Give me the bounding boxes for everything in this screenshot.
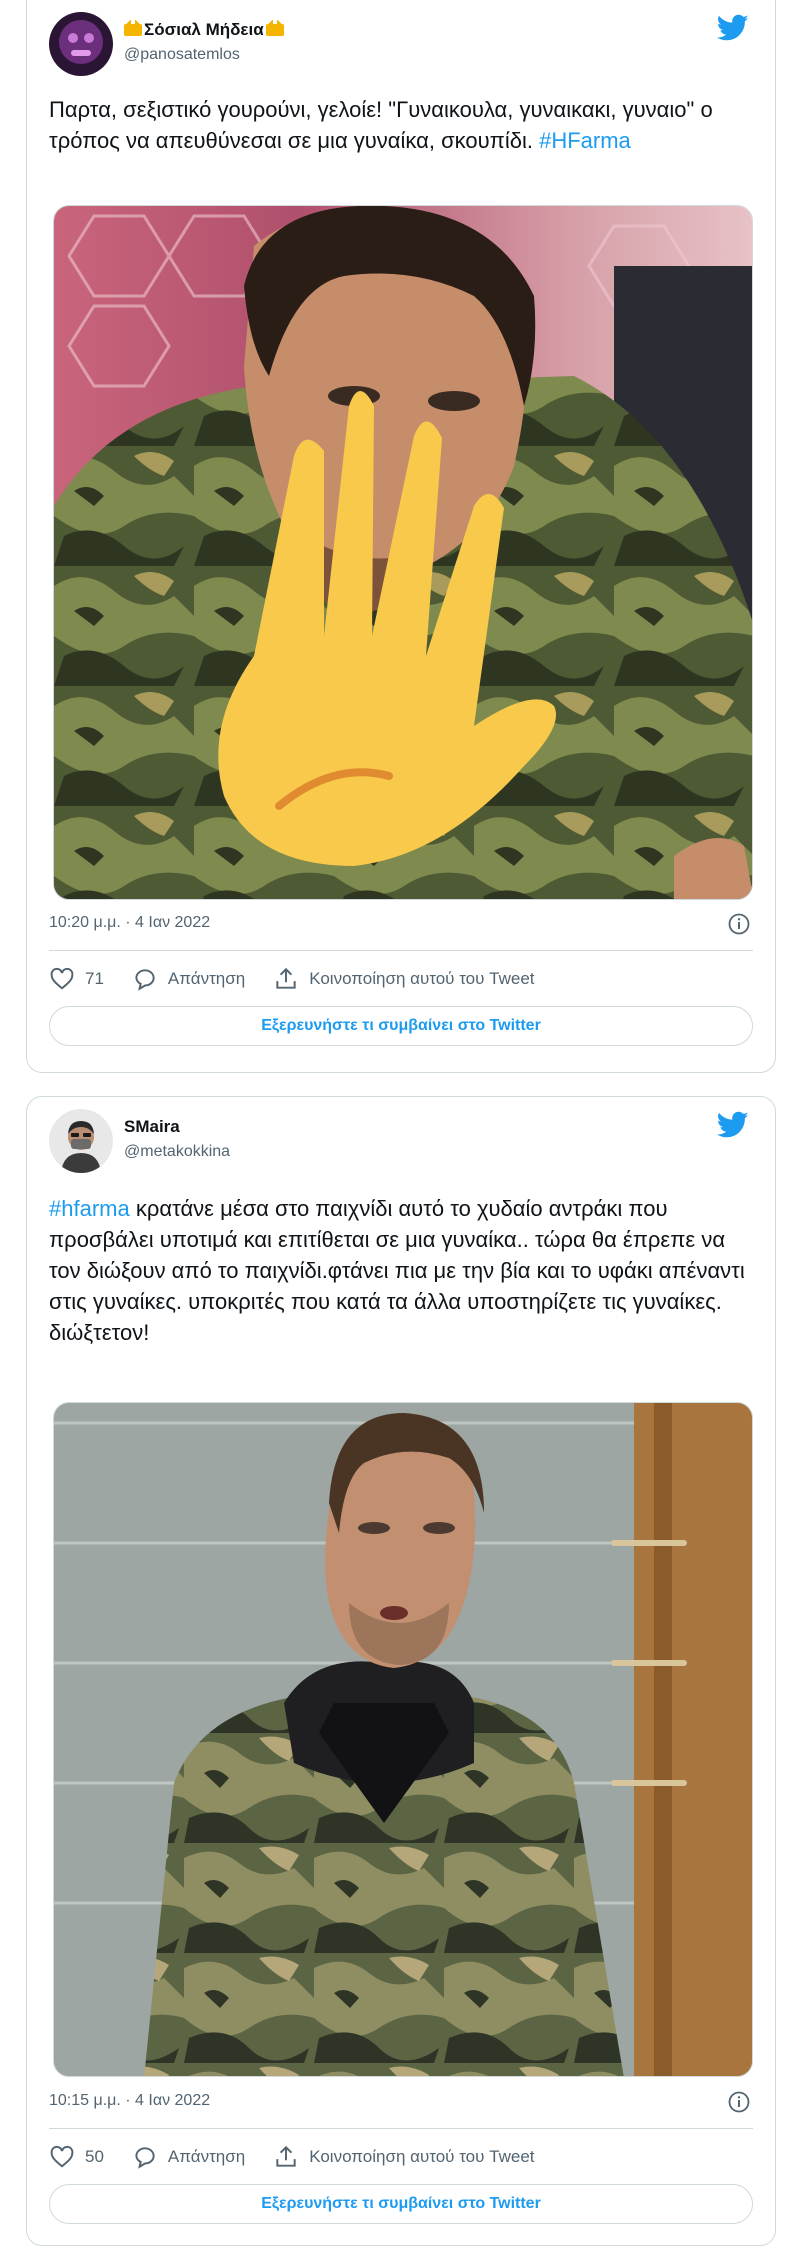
heart-icon xyxy=(50,2145,74,2168)
share-icon xyxy=(276,2145,296,2167)
avatar[interactable] xyxy=(49,12,113,76)
tweet-actions: 50 Απάντηση Κοινοποίηση αυτού του Tweet xyxy=(49,2142,753,2172)
twitter-bird-icon[interactable] xyxy=(717,14,749,42)
tweet-timestamp[interactable]: 10:15 μ.μ. · 4 Ιαν 2022 xyxy=(49,2092,210,2109)
reply-label: Απάντηση xyxy=(167,2147,246,2166)
reply-bubble-icon xyxy=(135,969,155,991)
like-count: 50 xyxy=(85,2147,104,2166)
tweet-timestamp-row: 10:20 μ.μ. · 4 Ιαν 2022 xyxy=(49,913,753,935)
reply-button[interactable]: Απάντηση xyxy=(132,2144,245,2170)
hashtag-link[interactable]: #hfarma xyxy=(49,1196,130,1221)
divider xyxy=(49,2128,753,2129)
tweet-text-body: κρατάνε μέσα στο παιχνίδι αυτό το χυδαίο… xyxy=(49,1196,745,1345)
crown-emoji-icon xyxy=(124,20,142,36)
share-button[interactable]: Κοινοποίηση αυτού του Tweet xyxy=(273,966,535,992)
tweet-text: Παρτα, σεξιστικό γουρούνι, γελοίε! "Γυνα… xyxy=(49,94,753,156)
like-count: 71 xyxy=(85,969,104,988)
explore-twitter-button[interactable]: Εξερευνήστε τι συμβαίνει στο Twitter xyxy=(49,2184,753,2224)
share-button[interactable]: Κοινοποίηση αυτού του Tweet xyxy=(273,2144,535,2170)
user-handle[interactable]: @panosatemlos xyxy=(124,44,284,66)
tweet-card[interactable]: Σόσιαλ Μήδεια @panosatemlos Παρτα, σεξισ… xyxy=(26,0,776,1073)
info-icon[interactable] xyxy=(727,912,751,936)
tweet-text: #hfarma κρατάνε μέσα στο παιχνίδι αυτό τ… xyxy=(49,1193,753,1348)
like-button[interactable]: 50 xyxy=(49,2144,104,2170)
tweet-header: Σόσιαλ Μήδεια @panosatemlos xyxy=(49,12,753,76)
reply-bubble-icon xyxy=(135,2147,155,2169)
tweet-timestamp-row: 10:15 μ.μ. · 4 Ιαν 2022 xyxy=(49,2091,753,2113)
share-icon xyxy=(276,967,296,989)
display-name[interactable]: SMaira xyxy=(124,1115,230,1139)
heart-icon xyxy=(50,967,74,990)
crown-emoji-icon xyxy=(265,20,284,36)
tweet-header: SMaira @metakokkina xyxy=(49,1109,753,1173)
hashtag-link[interactable]: #HFarma xyxy=(539,128,631,153)
share-label: Κοινοποίηση αυτού του Tweet xyxy=(309,2147,535,2166)
display-name[interactable]: Σόσιαλ Μήδεια xyxy=(124,18,284,42)
tweet-photo[interactable] xyxy=(53,1402,753,2077)
like-button[interactable]: 71 xyxy=(49,966,104,992)
twitter-bird-icon[interactable] xyxy=(717,1111,749,1139)
share-label: Κοινοποίηση αυτού του Tweet xyxy=(309,969,535,988)
tweet-photo[interactable] xyxy=(53,205,753,900)
divider xyxy=(49,950,753,951)
info-icon[interactable] xyxy=(727,2090,751,2114)
tweet-timestamp[interactable]: 10:20 μ.μ. · 4 Ιαν 2022 xyxy=(49,914,210,931)
reply-label: Απάντηση xyxy=(167,969,246,988)
tweet-card[interactable]: SMaira @metakokkina #hfarma κρατάνε μέσα… xyxy=(26,1096,776,2246)
tweet-actions: 71 Απάντηση Κοινοποίηση αυτού του Tweet xyxy=(49,964,753,994)
user-handle[interactable]: @metakokkina xyxy=(124,1141,230,1163)
explore-twitter-button[interactable]: Εξερευνήστε τι συμβαίνει στο Twitter xyxy=(49,1006,753,1046)
reply-button[interactable]: Απάντηση xyxy=(132,966,245,992)
avatar[interactable] xyxy=(49,1109,113,1173)
